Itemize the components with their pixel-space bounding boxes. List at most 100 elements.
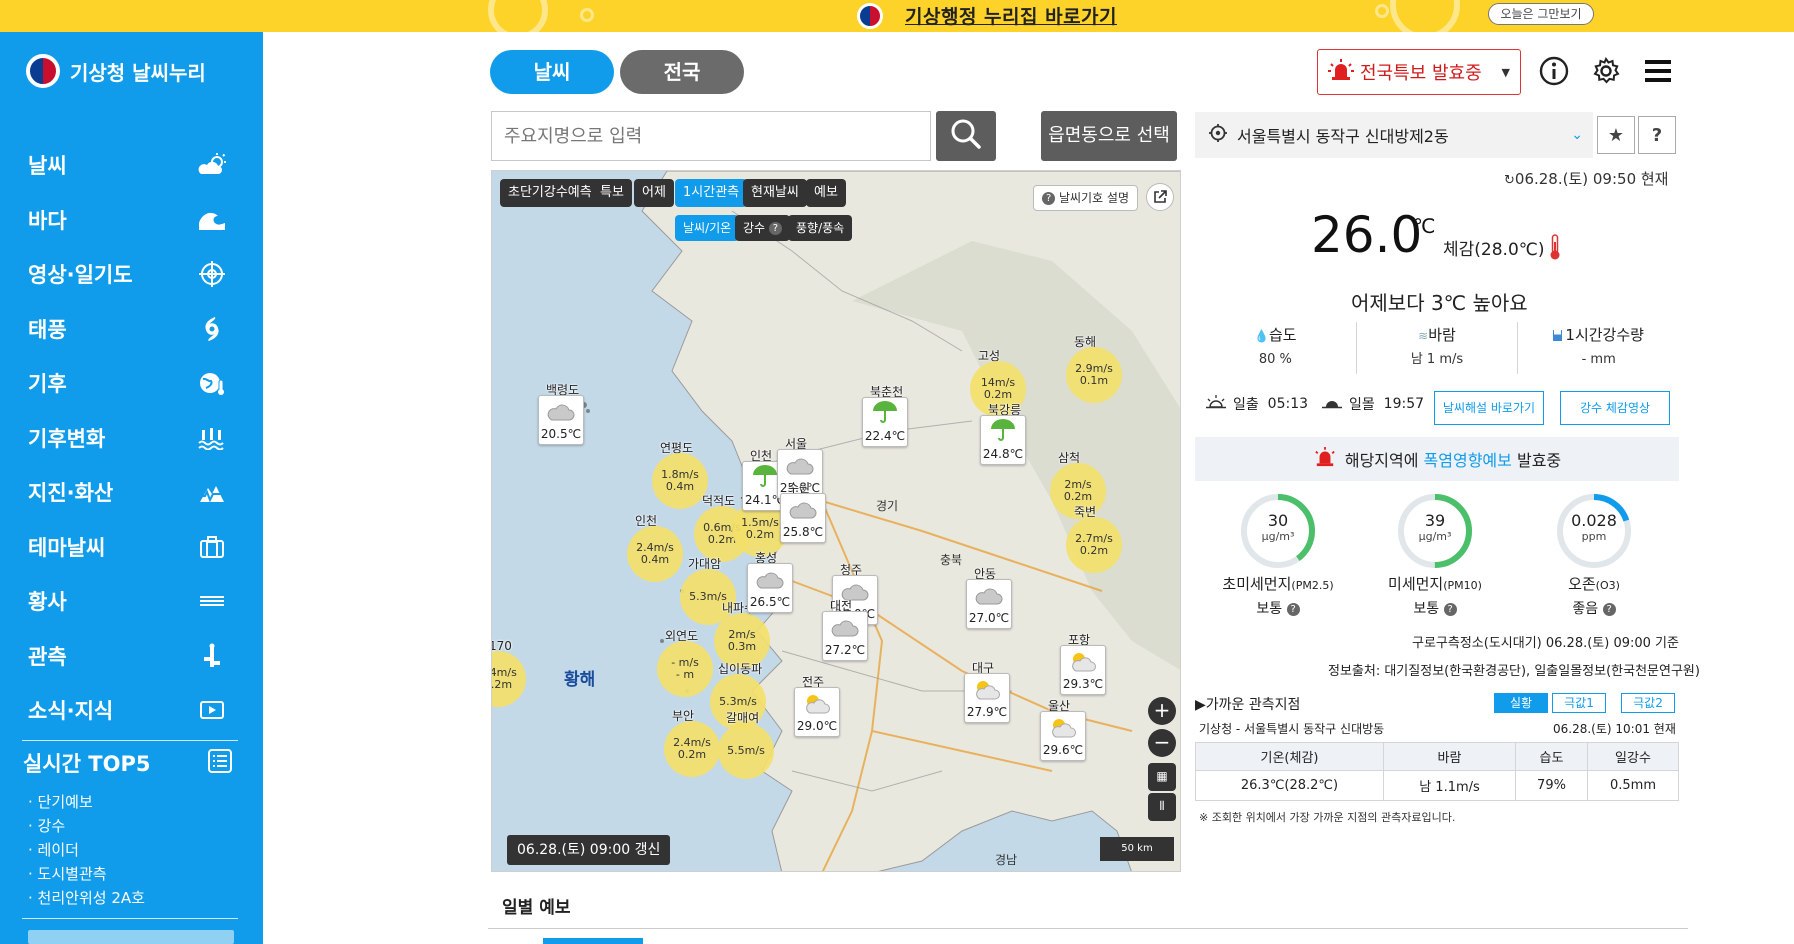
map-scale: 50 km bbox=[1100, 837, 1174, 861]
chip-warning[interactable]: 특보 bbox=[592, 179, 632, 207]
cloud-icon bbox=[830, 617, 860, 643]
favorite-star-button[interactable]: ★ bbox=[1597, 116, 1635, 154]
humidity-stat: 💧습도 80 % bbox=[1195, 322, 1357, 374]
precip-video-button[interactable]: 강수 체감영상 bbox=[1560, 391, 1670, 425]
tab-obs-extreme1[interactable]: 극값1 bbox=[1552, 693, 1606, 713]
sunset-time: 19:57 bbox=[1383, 396, 1425, 412]
menu-item-weather[interactable]: 날씨 bbox=[0, 138, 263, 193]
table-header: 일강수 bbox=[1587, 742, 1679, 771]
weather-map[interactable]: 초단기강수예측 특보 어제 1시간관측 현재날씨 예보 날씨/기온 강수 ? 풍… bbox=[491, 170, 1181, 872]
menu-item-earthquake-volcano[interactable]: 지진·화산 bbox=[0, 465, 263, 520]
wave-height: - m bbox=[675, 668, 695, 681]
sunset-info: 일몰 19:57 bbox=[1321, 394, 1424, 414]
ruler-icon[interactable]: ⫴ bbox=[1148, 793, 1176, 821]
zoom-in-button[interactable]: + bbox=[1148, 697, 1176, 725]
help-icon[interactable]: ? bbox=[1602, 602, 1616, 616]
weather-symbol-legend-button[interactable]: ? 날씨기호 설명 bbox=[1033, 185, 1138, 211]
station-weather-card[interactable]: 29.0℃ bbox=[794, 687, 840, 737]
warning-prefix: 해당지역에 bbox=[1344, 451, 1419, 470]
tab-obs-current[interactable]: 실황 bbox=[1494, 693, 1548, 713]
station-weather-card[interactable]: 25.8℃ bbox=[780, 493, 826, 543]
info-icon[interactable] bbox=[1537, 54, 1571, 88]
refresh-icon[interactable]: ↻ bbox=[1504, 173, 1515, 188]
air-value: 0.028 bbox=[1571, 511, 1617, 530]
station-weather-card[interactable]: 22.4℃ bbox=[862, 397, 908, 447]
air-unit: μg/m³ bbox=[1418, 530, 1452, 543]
radar-target-icon bbox=[197, 261, 227, 288]
station-weather-card[interactable]: 27.9℃ bbox=[964, 673, 1010, 723]
wind-bubble[interactable]: 2.9m/s 0.1m bbox=[1066, 347, 1122, 403]
search-input[interactable] bbox=[491, 111, 931, 161]
divider bbox=[488, 928, 1688, 929]
chip-forecast[interactable]: 예보 bbox=[806, 179, 846, 207]
search-button[interactable] bbox=[936, 111, 996, 161]
weather-commentary-button[interactable]: 날씨해설 바로가기 bbox=[1434, 391, 1544, 425]
air-grade-text: 좋음 bbox=[1572, 601, 1599, 617]
top5-link[interactable]: 천리안위성 2A호 bbox=[28, 886, 145, 910]
station-weather-card[interactable]: 24.8℃ bbox=[980, 415, 1026, 465]
menu-item-typhoon[interactable]: 태풍 bbox=[0, 302, 263, 357]
chip-wind[interactable]: 풍향/풍속 bbox=[788, 215, 853, 241]
chip-yesterday[interactable]: 어제 bbox=[634, 179, 674, 207]
menu-label: 영상·일기도 bbox=[28, 263, 133, 288]
station-weather-card[interactable]: 26.5℃ bbox=[747, 563, 793, 613]
zoom-out-button[interactable]: − bbox=[1148, 729, 1176, 757]
menu-item-sea[interactable]: 바다 bbox=[0, 193, 263, 248]
menu-item-yellow-dust[interactable]: 황사 bbox=[0, 574, 263, 629]
tab-obs-extreme2[interactable]: 극값2 bbox=[1621, 693, 1675, 713]
external-link-icon[interactable] bbox=[1146, 183, 1174, 211]
top5-link[interactable]: 도시별관측 bbox=[28, 862, 145, 886]
site-logo[interactable]: 기상청 날씨누리 bbox=[26, 54, 206, 88]
menu-item-theme-weather[interactable]: 테마날씨 bbox=[0, 520, 263, 575]
wind-bubble[interactable]: 2.7m/s 0.2m bbox=[1066, 517, 1122, 573]
menu-item-climate-change[interactable]: 기후변화 bbox=[0, 411, 263, 466]
menu-label: 소식·지식 bbox=[28, 699, 114, 724]
top5-link[interactable]: 강수 bbox=[28, 814, 145, 838]
station-weather-card[interactable]: 27.0℃ bbox=[966, 579, 1012, 629]
kma-admin-link[interactable]: 기상행정 누리집 바로가기 bbox=[905, 2, 1117, 29]
region-select-button[interactable]: 읍면동으로 선택 bbox=[1041, 111, 1177, 161]
realtime-top5[interactable]: 실시간 TOP5 bbox=[23, 748, 233, 778]
chip-hourly-obs[interactable]: 1시간관측 bbox=[675, 179, 748, 207]
sidebar-banner[interactable] bbox=[28, 930, 234, 944]
menu-item-climate[interactable]: 기후 bbox=[0, 356, 263, 411]
rain-gauge-icon bbox=[1553, 330, 1563, 341]
top5-link[interactable]: 레이더 bbox=[28, 838, 145, 862]
menu-item-news-knowledge[interactable]: 소식·지식 bbox=[0, 683, 263, 738]
help-icon[interactable]: ? bbox=[1286, 602, 1300, 616]
help-button[interactable]: ? bbox=[1638, 116, 1676, 154]
wave-height: 0.1m bbox=[1079, 374, 1109, 387]
location-selector[interactable]: 서울특별시 동작구 신대방제2동 ⌄ bbox=[1195, 112, 1593, 158]
wind-bubble[interactable]: 1.8m/s 0.4m bbox=[652, 453, 708, 509]
nationwide-alert-button[interactable]: 전국특보 발효중 ▼ bbox=[1317, 49, 1521, 95]
sunrise-label: 일출 bbox=[1233, 397, 1259, 413]
wind-bubble[interactable]: 5.5m/s bbox=[718, 723, 774, 779]
chip-precip[interactable]: 강수 ? bbox=[735, 215, 790, 241]
globe-thermometer-icon bbox=[197, 370, 227, 396]
station-temperature: 29.0℃ bbox=[796, 719, 838, 733]
layers-icon[interactable]: ▦ bbox=[1148, 763, 1176, 791]
dismiss-today-button[interactable]: 오늘은 그만보기 bbox=[1488, 3, 1594, 25]
sun-cloud-icon bbox=[972, 679, 1002, 705]
menu-item-satellite-chart[interactable]: 영상·일기도 bbox=[0, 247, 263, 302]
help-icon[interactable]: ? bbox=[1443, 602, 1457, 616]
tab-nation[interactable]: 전국 bbox=[620, 50, 744, 94]
chip-weather-temp[interactable]: 날씨/기온 bbox=[675, 215, 740, 241]
wind-bubble[interactable]: 2.4m/s 0.4m bbox=[627, 526, 683, 582]
hamburger-menu-icon[interactable] bbox=[1641, 54, 1675, 88]
station-weather-card[interactable]: 29.3℃ bbox=[1060, 645, 1106, 695]
station-weather-card[interactable]: 27.2℃ bbox=[822, 611, 868, 661]
heatwave-warning-link[interactable]: 폭염영향예보 bbox=[1424, 447, 1512, 471]
tab-weather[interactable]: 날씨 bbox=[490, 50, 614, 94]
menu-item-observation[interactable]: 관측 bbox=[0, 629, 263, 684]
chip-current-weather[interactable]: 현재날씨 bbox=[743, 179, 807, 207]
nearby-station-name: 기상청 - 서울특별시 동작구 신대방동 bbox=[1199, 722, 1385, 736]
station-weather-card[interactable]: 29.6℃ bbox=[1040, 711, 1086, 761]
top5-link[interactable]: 단기예보 bbox=[28, 790, 145, 814]
regional-warning[interactable]: 해당지역에 폭염영향예보 발효중 bbox=[1195, 437, 1679, 481]
chip-nowcast[interactable]: 초단기강수예측 bbox=[500, 179, 600, 207]
station-weather-card[interactable]: 20.5℃ bbox=[538, 395, 584, 445]
wind-bubble[interactable]: 2.4m/s 0.2m bbox=[664, 721, 720, 777]
wind-bubble[interactable]: - m/s - m bbox=[657, 641, 713, 697]
gear-icon[interactable] bbox=[1589, 54, 1623, 88]
